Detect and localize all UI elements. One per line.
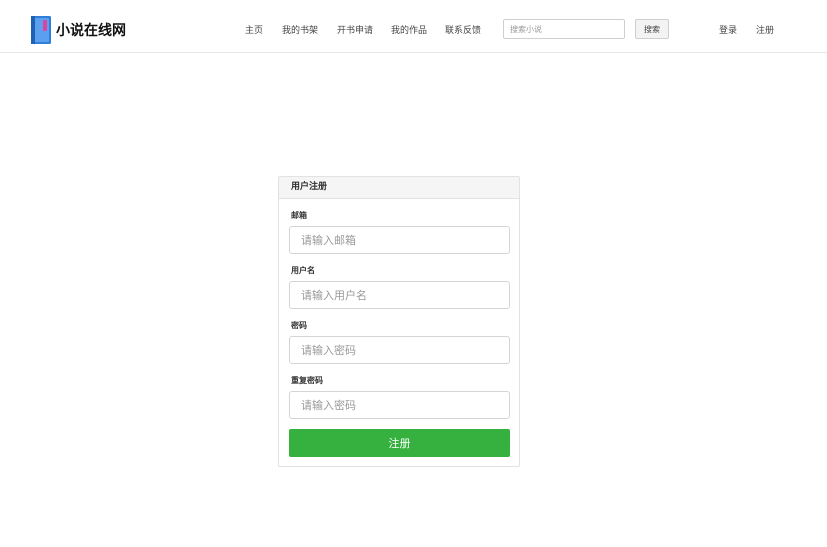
nav-item-home[interactable]: 主页 [245,23,263,36]
email-field[interactable] [289,226,510,254]
register-submit-button[interactable]: 注册 [289,429,510,457]
site-title: 小说在线网 [56,23,126,39]
nav-item-apply-book[interactable]: 开书申请 [337,23,373,36]
panel-title: 用户注册 [279,177,519,199]
register-link[interactable]: 注册 [756,23,774,36]
nav-item-feedback[interactable]: 联系反馈 [445,23,481,36]
search-button[interactable]: 搜索 [635,19,669,39]
username-label: 用户名 [291,266,315,275]
book-icon [31,16,51,44]
password-label: 密码 [291,321,307,330]
top-header: 小说在线网 主页 我的书架 开书申请 我的作品 联系反馈 搜索 登录 注册 [0,0,827,53]
email-label: 邮箱 [291,211,307,220]
repeat-password-field[interactable] [289,391,510,419]
register-panel: 用户注册 邮箱 用户名 密码 重复密码 注册 [278,176,520,467]
nav-item-bookshelf[interactable]: 我的书架 [282,23,318,36]
repeat-password-label: 重复密码 [291,376,323,385]
nav-item-my-works[interactable]: 我的作品 [391,23,427,36]
site-logo[interactable]: 小说在线网 [31,16,126,44]
search-input[interactable] [503,19,625,39]
login-link[interactable]: 登录 [719,23,737,36]
password-field[interactable] [289,336,510,364]
username-field[interactable] [289,281,510,309]
